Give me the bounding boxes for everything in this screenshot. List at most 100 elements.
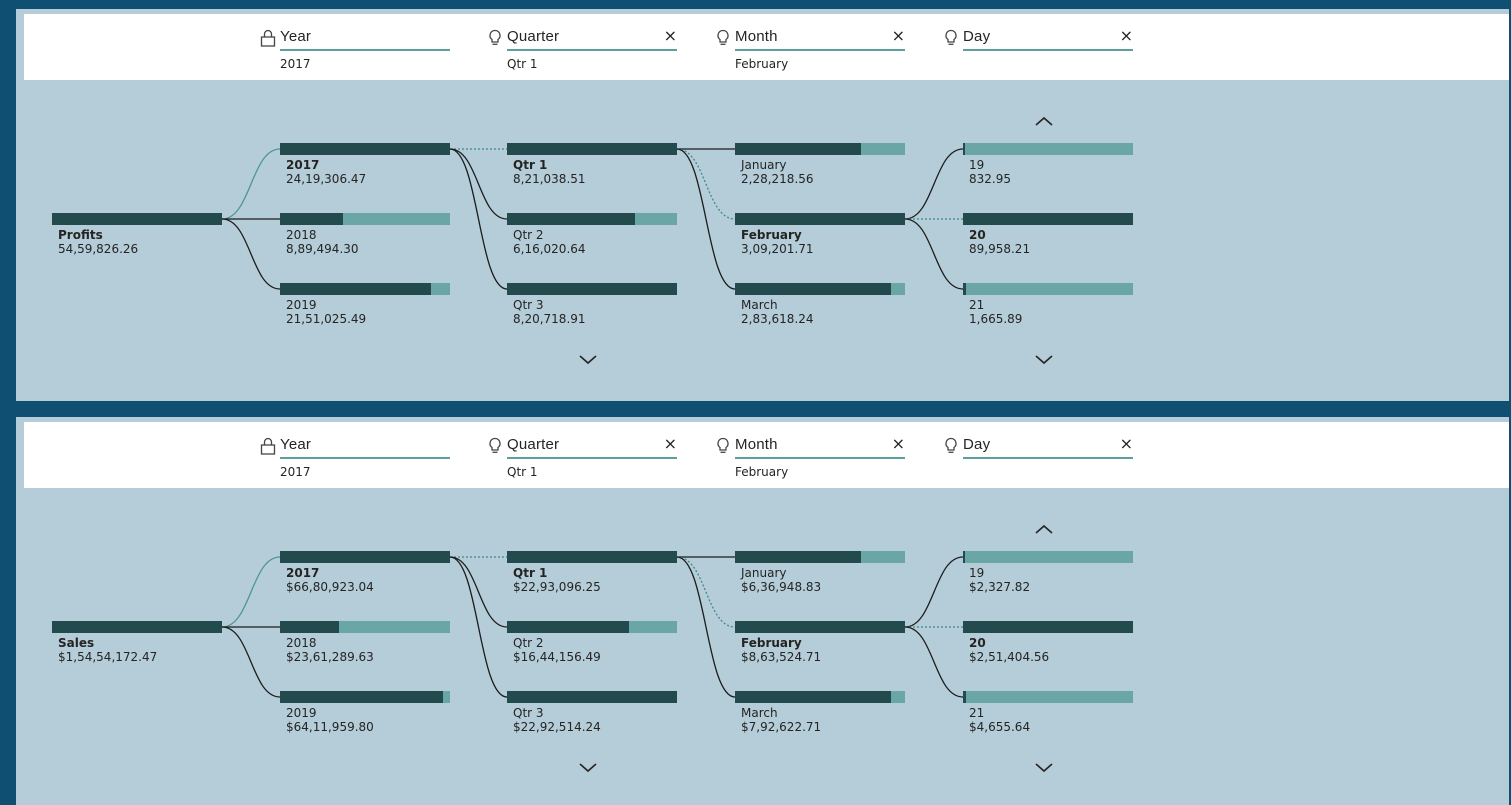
root-value: 54,59,826.26: [58, 242, 139, 256]
level-underline: [507, 49, 677, 51]
level-header-day: Day ×: [945, 14, 1133, 80]
level-title: Year: [280, 28, 312, 45]
node-value: $2,327.82: [969, 580, 1031, 594]
chevron-down-icon[interactable]: [578, 759, 598, 773]
lock-icon[interactable]: [259, 28, 277, 48]
lightbulb-icon[interactable]: [486, 28, 504, 48]
level-title: Month: [735, 28, 778, 45]
node-bar: [507, 551, 677, 563]
tree-node-year[interactable]: 2019 21,51,025.49: [280, 283, 450, 327]
lightbulb-icon[interactable]: [486, 436, 504, 456]
chevron-down-icon[interactable]: [578, 351, 598, 365]
node-value: 21,51,025.49: [286, 312, 367, 326]
tree-node-year[interactable]: 2019 $64,11,959.80: [280, 691, 450, 735]
chevron-up-icon[interactable]: [1034, 520, 1054, 534]
sales-decomposition-panel: Year 2017 Quarter × Qtr 1 Month × February Day × S…: [16, 417, 1509, 805]
node-label: March: [741, 706, 778, 720]
tree-node-day[interactable]: 21 $4,655.64: [963, 691, 1133, 735]
connector-line: [221, 556, 281, 628]
level-selected-value: February: [735, 57, 789, 71]
node-bar: [735, 551, 905, 563]
tree-node-day[interactable]: 20 $2,51,404.56: [963, 621, 1133, 665]
tree-node-year[interactable]: 2017 24,19,306.47: [280, 143, 450, 187]
node-bar-fill: [280, 691, 443, 703]
root-node[interactable]: Profits 54,59,826.26: [52, 213, 222, 257]
tree-node-month[interactable]: February 3,09,201.71: [735, 213, 905, 257]
tree-node-month[interactable]: January 2,28,218.56: [735, 143, 905, 187]
close-icon[interactable]: ×: [664, 435, 677, 453]
node-bar: [963, 551, 1133, 563]
level-header: Year 2017 Quarter × Qtr 1 Month × February Day ×: [24, 422, 1509, 488]
close-icon[interactable]: ×: [892, 435, 905, 453]
lightbulb-icon[interactable]: [714, 28, 732, 48]
root-value: $1,54,54,172.47: [58, 650, 158, 664]
root-node[interactable]: Sales $1,54,54,172.47: [52, 621, 222, 665]
tree-node-quarter[interactable]: Qtr 1 8,21,038.51: [507, 143, 677, 187]
node-bar-fill: [507, 691, 677, 703]
tree-node-month[interactable]: February $8,63,524.71: [735, 621, 905, 665]
level-title: Month: [735, 436, 778, 453]
tree-node-quarter[interactable]: Qtr 2 $16,44,156.49: [507, 621, 677, 665]
tree-node-day[interactable]: 21 1,665.89: [963, 283, 1133, 327]
tree-node-month[interactable]: March $7,92,622.71: [735, 691, 905, 735]
node-value: 8,89,494.30: [286, 242, 359, 256]
node-bar-fill: [735, 551, 861, 563]
node-bar: [963, 143, 1133, 155]
node-bar: [280, 551, 450, 563]
tree-node-day[interactable]: 20 89,958.21: [963, 213, 1133, 257]
tree-node-year[interactable]: 2018 $23,61,289.63: [280, 621, 450, 665]
node-bar-fill: [280, 551, 450, 563]
level-underline: [963, 457, 1133, 459]
node-label: 20: [969, 228, 986, 242]
tree-node-month[interactable]: January $6,36,948.83: [735, 551, 905, 595]
lightbulb-icon[interactable]: [942, 28, 960, 48]
tree-node-day[interactable]: 19 832.95: [963, 143, 1133, 187]
tree-node-year[interactable]: 2017 $66,80,923.04: [280, 551, 450, 595]
connector-line: [221, 626, 281, 698]
chevron-down-icon[interactable]: [1034, 759, 1054, 773]
node-label: Qtr 2: [513, 228, 544, 242]
node-value: 6,16,020.64: [513, 242, 586, 256]
level-header-quarter: Quarter × Qtr 1: [489, 14, 677, 80]
node-value: 2,28,218.56: [741, 172, 814, 186]
level-title: Quarter: [507, 28, 560, 45]
root-bar-fill: [52, 213, 222, 225]
node-bar: [963, 283, 1133, 295]
tree-node-quarter[interactable]: Qtr 3 8,20,718.91: [507, 283, 677, 327]
node-bar-fill: [507, 143, 677, 155]
lightbulb-icon[interactable]: [714, 436, 732, 456]
close-icon[interactable]: ×: [1120, 435, 1133, 453]
tree-node-quarter[interactable]: Qtr 3 $22,92,514.24: [507, 691, 677, 735]
close-icon[interactable]: ×: [892, 27, 905, 45]
close-icon[interactable]: ×: [1120, 27, 1133, 45]
tree-node-day[interactable]: 19 $2,327.82: [963, 551, 1133, 595]
level-selected-value: 2017: [280, 465, 311, 479]
node-value: $16,44,156.49: [513, 650, 601, 664]
lightbulb-icon[interactable]: [942, 436, 960, 456]
chevron-up-icon[interactable]: [1034, 112, 1054, 126]
tree-node-year[interactable]: 2018 8,89,494.30: [280, 213, 450, 257]
node-bar-fill: [735, 691, 891, 703]
node-bar: [507, 691, 677, 703]
node-label: January: [741, 158, 787, 172]
node-bar-fill: [735, 621, 905, 633]
root-label: Sales: [58, 636, 95, 650]
node-bar: [735, 143, 905, 155]
node-value: $66,80,923.04: [286, 580, 374, 594]
node-label: 19: [969, 158, 985, 172]
node-label: 2017: [286, 566, 320, 580]
level-header-year: Year 2017: [260, 14, 450, 80]
close-icon[interactable]: ×: [664, 27, 677, 45]
tree-node-quarter[interactable]: Qtr 1 $22,93,096.25: [507, 551, 677, 595]
node-bar: [280, 283, 450, 295]
node-value: 3,09,201.71: [741, 242, 814, 256]
level-header-month: Month × February: [717, 14, 905, 80]
tree-node-quarter[interactable]: Qtr 2 6,16,020.64: [507, 213, 677, 257]
tree-node-month[interactable]: March 2,83,618.24: [735, 283, 905, 327]
node-value: $4,655.64: [969, 720, 1031, 734]
node-bar-fill: [963, 283, 966, 295]
chevron-down-icon[interactable]: [1034, 351, 1054, 365]
node-bar: [735, 283, 905, 295]
node-label: Qtr 1: [513, 158, 548, 172]
lock-icon[interactable]: [259, 436, 277, 456]
